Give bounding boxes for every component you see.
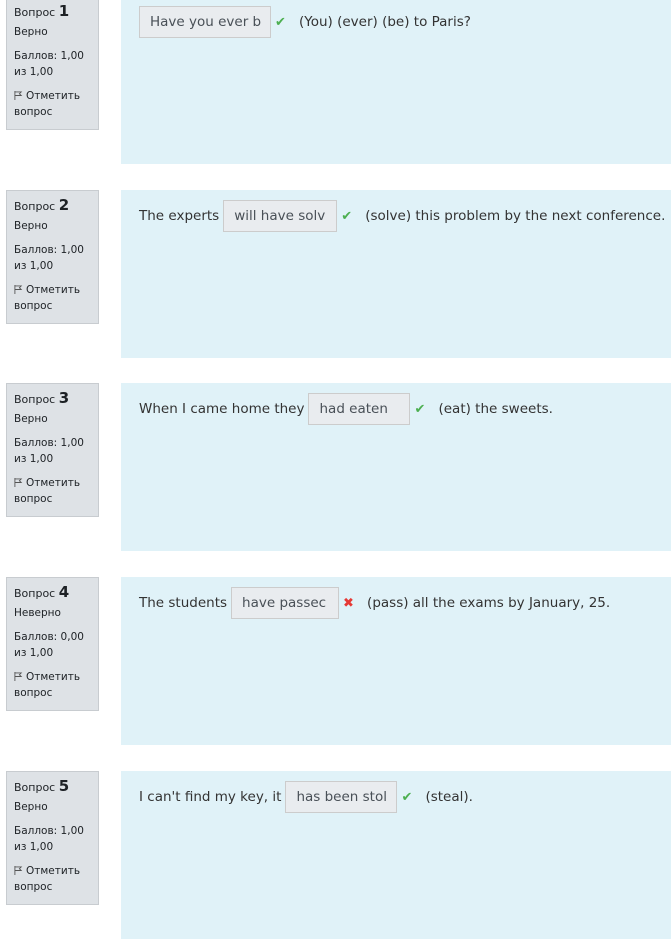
answer-input[interactable]: Have you ever b [139, 6, 271, 38]
question-info: Вопрос 4 Неверно Баллов: 0,00 из 1,00 От… [6, 577, 99, 711]
question-number: Вопрос 5 [14, 777, 70, 795]
question-text-after: (pass) all the exams by January, 25. [367, 595, 611, 611]
flag-question-link[interactable]: Отметить вопрос [14, 475, 91, 507]
question-number: Вопрос 3 [14, 389, 70, 407]
question-number-value: 4 [58, 583, 70, 601]
check-icon: ✔ [414, 401, 426, 417]
question-state: Верно [14, 801, 48, 813]
question-info: Вопрос 1 Верно Баллов: 1,00 из 1,00 Отме… [6, 0, 99, 130]
question-grade: Баллов: 0,00 из 1,00 [14, 631, 84, 659]
question-state: Верно [14, 220, 48, 232]
question-text-after: (solve) this problem by the next confere… [365, 208, 666, 224]
answer-input[interactable]: will have solv [223, 200, 338, 232]
question-info: Вопрос 5 Верно Баллов: 1,00 из 1,00 Отме… [6, 771, 99, 905]
question-content: The experts will have solv ✔ (solve) thi… [121, 190, 671, 358]
question-number: Вопрос 1 [14, 2, 70, 20]
question-info: Вопрос 2 Верно Баллов: 1,00 из 1,00 Отме… [6, 190, 99, 324]
question-text-before: I can't find my key, it [139, 789, 282, 805]
check-icon: ✔ [401, 789, 413, 805]
question-number-value: 2 [58, 196, 70, 214]
question-text-after: (You) (ever) (be) to Paris? [299, 14, 471, 30]
question-number: Вопрос 2 [14, 196, 70, 214]
question-grade: Баллов: 1,00 из 1,00 [14, 50, 84, 78]
cross-icon: ✖ [343, 595, 354, 611]
question-number-value: 5 [58, 777, 70, 795]
answer-input[interactable]: had eaten [308, 393, 411, 425]
question-state: Верно [14, 413, 48, 425]
question-text: Have you ever b ✔ (You) (ever) (be) to P… [139, 6, 471, 38]
question-text-after: (steal). [425, 789, 473, 805]
question-text-before: When I came home they [139, 401, 305, 417]
question-number: Вопрос 4 [14, 583, 70, 601]
question-text: The experts will have solv ✔ (solve) thi… [139, 200, 665, 232]
question-text: When I came home they had eaten ✔ (eat) … [139, 393, 553, 425]
check-icon: ✔ [275, 14, 286, 30]
flag-icon [14, 285, 23, 294]
question-text-before: The students [139, 595, 228, 611]
question-info: Вопрос 3 Верно Баллов: 1,00 из 1,00 Отме… [6, 383, 99, 517]
question-grade: Баллов: 1,00 из 1,00 [14, 437, 84, 465]
question-grade: Баллов: 1,00 из 1,00 [14, 244, 84, 272]
question-content: Have you ever b ✔ (You) (ever) (be) to P… [121, 0, 671, 164]
question-text-before: The experts [139, 208, 220, 224]
question-number-value: 3 [58, 389, 70, 407]
question-number-value: 1 [58, 2, 70, 20]
flag-question-link[interactable]: Отметить вопрос [14, 863, 91, 895]
flag-question-link[interactable]: Отметить вопрос [14, 282, 91, 314]
flag-icon [14, 866, 23, 875]
answer-input[interactable]: has been stol [285, 781, 398, 813]
flag-icon [14, 672, 23, 681]
flag-question-link[interactable]: Отметить вопрос [14, 669, 91, 701]
question-text-after: (eat) the sweets. [438, 401, 553, 417]
question-state: Неверно [14, 607, 61, 619]
check-icon: ✔ [341, 208, 353, 224]
flag-icon [14, 478, 23, 487]
flag-icon [14, 91, 23, 100]
question-grade: Баллов: 1,00 из 1,00 [14, 825, 84, 853]
question-text: I can't find my key, it has been stol ✔ … [139, 781, 473, 813]
question-text: The students have passec ✖ (pass) all th… [139, 587, 610, 619]
question-state: Верно [14, 26, 48, 38]
flag-question-link[interactable]: Отметить вопрос [14, 88, 91, 120]
question-content: When I came home they had eaten ✔ (eat) … [121, 383, 671, 551]
question-content: I can't find my key, it has been stol ✔ … [121, 771, 671, 939]
answer-input[interactable]: have passec [231, 587, 340, 619]
question-content: The students have passec ✖ (pass) all th… [121, 577, 671, 745]
